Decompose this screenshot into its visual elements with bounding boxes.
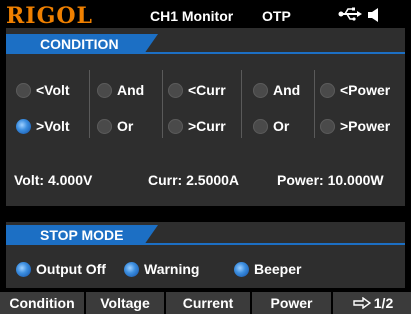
speaker-icon — [368, 8, 378, 22]
radio-label: Or — [273, 118, 290, 134]
option-label: Warning — [144, 261, 200, 277]
option-indicator-selected — [124, 261, 139, 277]
stop-mode-section-header: STOP MODE — [6, 225, 158, 245]
radio-indicator-selected — [16, 118, 31, 134]
stop-mode-section-title: STOP MODE — [40, 227, 124, 243]
radio-label: >Power — [340, 118, 391, 134]
stop-mode-divider — [6, 243, 405, 245]
status-bar: RIGOL CH1 Monitor OTP — [0, 0, 411, 30]
radio-volt-less[interactable]: <Volt — [16, 82, 70, 98]
softkey-bar: Condition Voltage Current Power 1/2 — [0, 292, 411, 314]
radio-indicator — [97, 82, 112, 98]
softkey-voltage[interactable]: Voltage — [86, 292, 164, 314]
radio-or-1[interactable]: Or — [97, 118, 133, 134]
page-indicator: 1/2 — [373, 295, 394, 311]
radio-power-greater[interactable]: >Power — [320, 118, 390, 134]
radio-label: >Curr — [188, 118, 226, 134]
softkey-condition[interactable]: Condition — [0, 292, 84, 314]
softkey-page[interactable]: 1/2 — [333, 292, 411, 314]
radio-label: Or — [117, 118, 134, 134]
checkbox-beeper[interactable]: Beeper — [234, 261, 301, 277]
column-divider — [89, 70, 90, 138]
mode-label: OTP — [262, 8, 291, 24]
condition-section-title: CONDITION — [40, 36, 119, 52]
radio-indicator — [168, 82, 183, 98]
option-label: Beeper — [254, 261, 302, 277]
volt-readout: Volt: 4.000V — [14, 172, 93, 188]
column-divider — [314, 70, 315, 138]
radio-curr-less[interactable]: <Curr — [168, 82, 226, 98]
radio-indicator — [97, 118, 112, 134]
radio-and-2[interactable]: And — [253, 82, 300, 98]
radio-indicator — [16, 82, 31, 98]
option-indicator-selected — [16, 261, 31, 277]
option-label: Output Off — [36, 261, 106, 277]
power-readout: Power: 10.000W — [277, 172, 384, 188]
page-title: CH1 Monitor — [150, 8, 234, 24]
radio-volt-greater[interactable]: >Volt — [16, 118, 70, 134]
radio-or-2[interactable]: Or — [253, 118, 289, 134]
softkey-power[interactable]: Power — [252, 292, 331, 314]
radio-power-less[interactable]: <Power — [320, 82, 390, 98]
radio-and-1[interactable]: And — [97, 82, 144, 98]
curr-readout: Curr: 2.5000A — [148, 172, 240, 188]
radio-label: <Power — [340, 82, 391, 98]
condition-divider — [6, 52, 405, 54]
option-indicator-selected — [234, 261, 249, 277]
radio-indicator — [320, 82, 335, 98]
checkbox-output-off[interactable]: Output Off — [16, 261, 106, 277]
column-divider — [162, 70, 163, 138]
radio-curr-greater[interactable]: >Curr — [168, 118, 226, 134]
brand-logo: RIGOL — [6, 3, 93, 29]
radio-indicator — [320, 118, 335, 134]
arrow-right-icon — [353, 297, 371, 309]
radio-indicator — [253, 82, 268, 98]
radio-indicator — [168, 118, 183, 134]
usb-icon — [338, 7, 362, 21]
checkbox-warning[interactable]: Warning — [124, 261, 199, 277]
radio-label: And — [273, 82, 301, 98]
radio-label: <Curr — [188, 82, 226, 98]
condition-section-header: CONDITION — [6, 34, 158, 54]
radio-label: And — [117, 82, 145, 98]
radio-indicator — [253, 118, 268, 134]
softkey-current[interactable]: Current — [166, 292, 250, 314]
column-divider — [241, 70, 242, 138]
radio-label: >Volt — [36, 118, 70, 134]
radio-label: <Volt — [36, 82, 70, 98]
